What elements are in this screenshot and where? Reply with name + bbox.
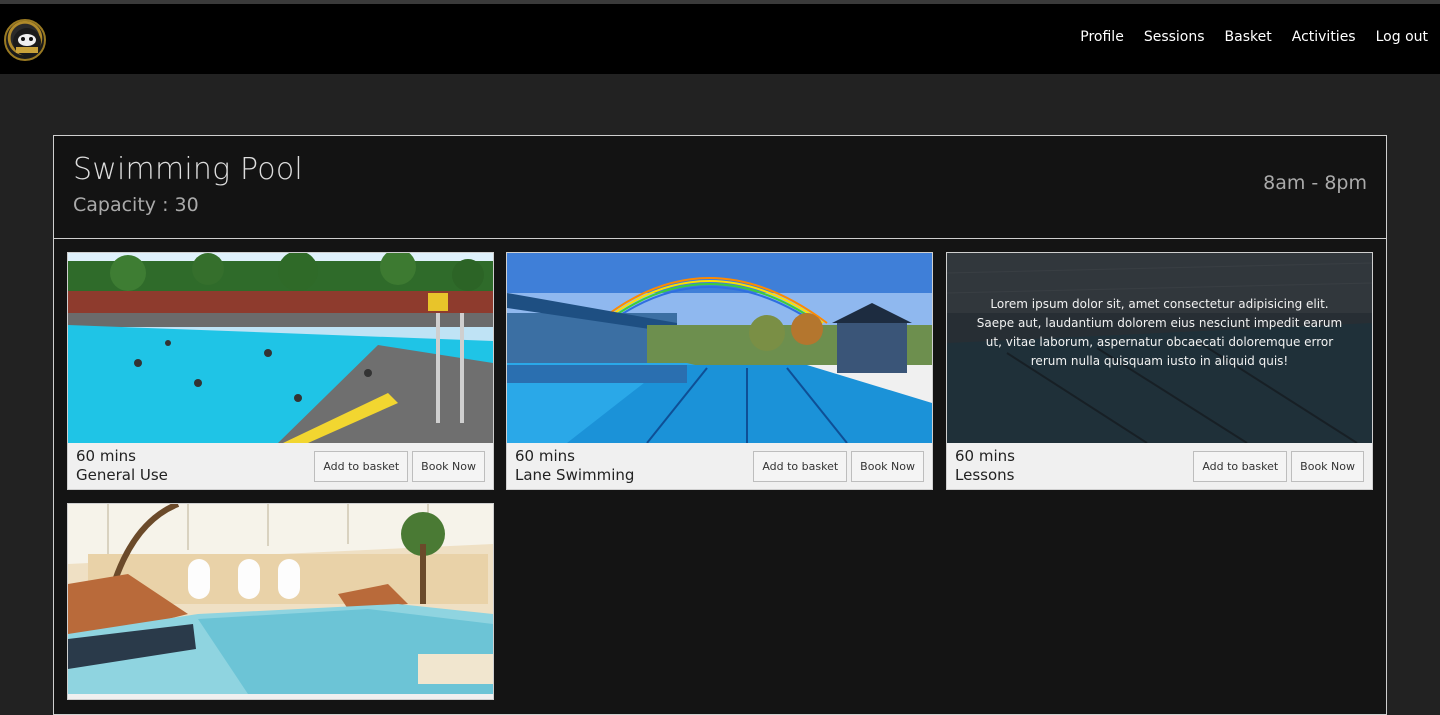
activity-card-lessons: Lorem ipsum dolor sit, amet consectetur … <box>946 252 1373 490</box>
activity-actions: Add to basket Book Now <box>1193 451 1364 482</box>
book-now-button[interactable]: Book Now <box>1291 451 1364 482</box>
nav-link-sessions[interactable]: Sessions <box>1144 29 1205 45</box>
activity-image <box>507 253 932 443</box>
activity-actions: Add to basket Book Now <box>314 451 485 482</box>
activity-name: Lessons <box>955 466 1015 484</box>
activity-image <box>68 504 493 694</box>
facility-header: Swimming Pool Capacity : 30 8am - 8pm <box>54 136 1386 239</box>
nav-link-basket[interactable]: Basket <box>1225 29 1272 45</box>
nav-link-activities[interactable]: Activities <box>1292 29 1356 45</box>
nav-menu: Profile Sessions Basket Activities Log o… <box>1080 29 1428 45</box>
facility-capacity: Capacity : 30 <box>73 194 199 216</box>
activity-image <box>68 253 493 443</box>
activity-description: Lorem ipsum dolor sit, amet consectetur … <box>976 297 1343 368</box>
nav-link-profile[interactable]: Profile <box>1080 29 1124 45</box>
activity-info: 60 mins Lane Swimming <box>515 447 634 485</box>
activity-card-general-use: 60 mins General Use Add to basket Book N… <box>67 252 494 490</box>
activity-description-overlay: Lorem ipsum dolor sit, amet consectetur … <box>947 253 1372 443</box>
activity-info: 60 mins Lessons <box>955 447 1015 485</box>
book-now-button[interactable]: Book Now <box>412 451 485 482</box>
book-now-button[interactable]: Book Now <box>851 451 924 482</box>
activity-actions: Add to basket Book Now <box>753 451 924 482</box>
activity-duration: 60 mins <box>515 447 575 465</box>
navbar: Profile Sessions Basket Activities Log o… <box>0 4 1440 74</box>
facility-hours: 8am - 8pm <box>1263 172 1367 194</box>
facility-title: Swimming Pool <box>73 152 303 187</box>
activity-card-leisure-pool <box>67 503 494 700</box>
activity-image: Lorem ipsum dolor sit, amet consectetur … <box>947 253 1372 443</box>
activity-name: General Use <box>76 466 168 484</box>
add-to-basket-button[interactable]: Add to basket <box>314 451 409 482</box>
add-to-basket-button[interactable]: Add to basket <box>1193 451 1288 482</box>
activity-card-lane-swimming: 60 mins Lane Swimming Add to basket Book… <box>506 252 933 490</box>
activity-name: Lane Swimming <box>515 466 635 484</box>
gym-logo[interactable] <box>4 19 46 61</box>
activity-duration: 60 mins <box>955 447 1015 465</box>
nav-link-logout[interactable]: Log out <box>1376 29 1428 45</box>
add-to-basket-button[interactable]: Add to basket <box>753 451 848 482</box>
activity-duration: 60 mins <box>76 447 136 465</box>
activity-info: 60 mins General Use <box>76 447 168 485</box>
